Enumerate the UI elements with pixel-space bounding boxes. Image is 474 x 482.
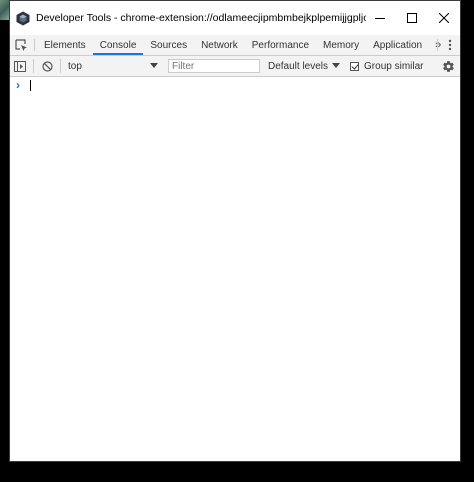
close-icon [439,13,449,23]
tab-bar-right [435,35,460,55]
group-similar-checkbox[interactable] [350,61,360,71]
tab-application[interactable]: Application [366,35,429,55]
dropdown-arrow-icon [332,63,341,68]
console-prompt[interactable]: › [10,77,460,93]
toolbar-divider [437,39,438,51]
devtools-window: Developer Tools - chrome-extension://odl… [9,0,461,462]
window-controls [364,1,460,35]
more-vertical-icon [448,39,452,51]
filter-input[interactable] [168,59,260,73]
context-selector[interactable]: top [64,58,162,74]
clear-console-button[interactable] [37,56,57,76]
window-title: Developer Tools - chrome-extension://odl… [36,12,366,24]
gear-icon [442,60,454,72]
inspect-element-button[interactable] [10,35,32,55]
minimize-button[interactable] [364,1,396,35]
show-sidebar-button[interactable] [10,56,30,76]
log-levels-label: Default levels [268,60,329,72]
console-output[interactable]: › [10,77,460,461]
tab-network[interactable]: Network [194,35,245,55]
maximize-icon [407,13,417,23]
clear-icon [41,60,53,72]
group-similar-label: Group similar [364,60,424,72]
customize-menu-button[interactable] [440,39,460,51]
maximize-button[interactable] [396,1,428,35]
toolbar-divider [34,39,35,51]
devtools-app-icon [16,11,30,25]
desktop-background [0,0,9,20]
devtools-tab-bar: Elements Console Sources Network Perform… [10,35,460,56]
console-settings-button[interactable] [440,58,456,74]
inspect-icon [14,38,27,51]
tab-sources[interactable]: Sources [143,35,194,55]
console-toolbar: top Default levels Group similar [10,56,460,77]
context-value: top [68,60,82,72]
sidebar-toggle-icon [14,60,26,72]
log-levels-dropdown[interactable]: Default levels [268,60,341,72]
tab-memory[interactable]: Memory [316,35,366,55]
dropdown-arrow-icon [150,63,158,68]
prompt-chevron-icon: › [16,78,20,92]
text-cursor [30,79,31,91]
toolbar-divider [60,59,61,73]
tab-elements[interactable]: Elements [37,35,93,55]
toolbar-divider [33,59,34,73]
tab-performance[interactable]: Performance [245,35,316,55]
group-similar-toggle[interactable]: Group similar [350,60,424,72]
minimize-icon [375,18,385,19]
title-bar[interactable]: Developer Tools - chrome-extension://odl… [10,1,460,35]
close-button[interactable] [428,1,460,35]
tab-console[interactable]: Console [92,35,144,55]
